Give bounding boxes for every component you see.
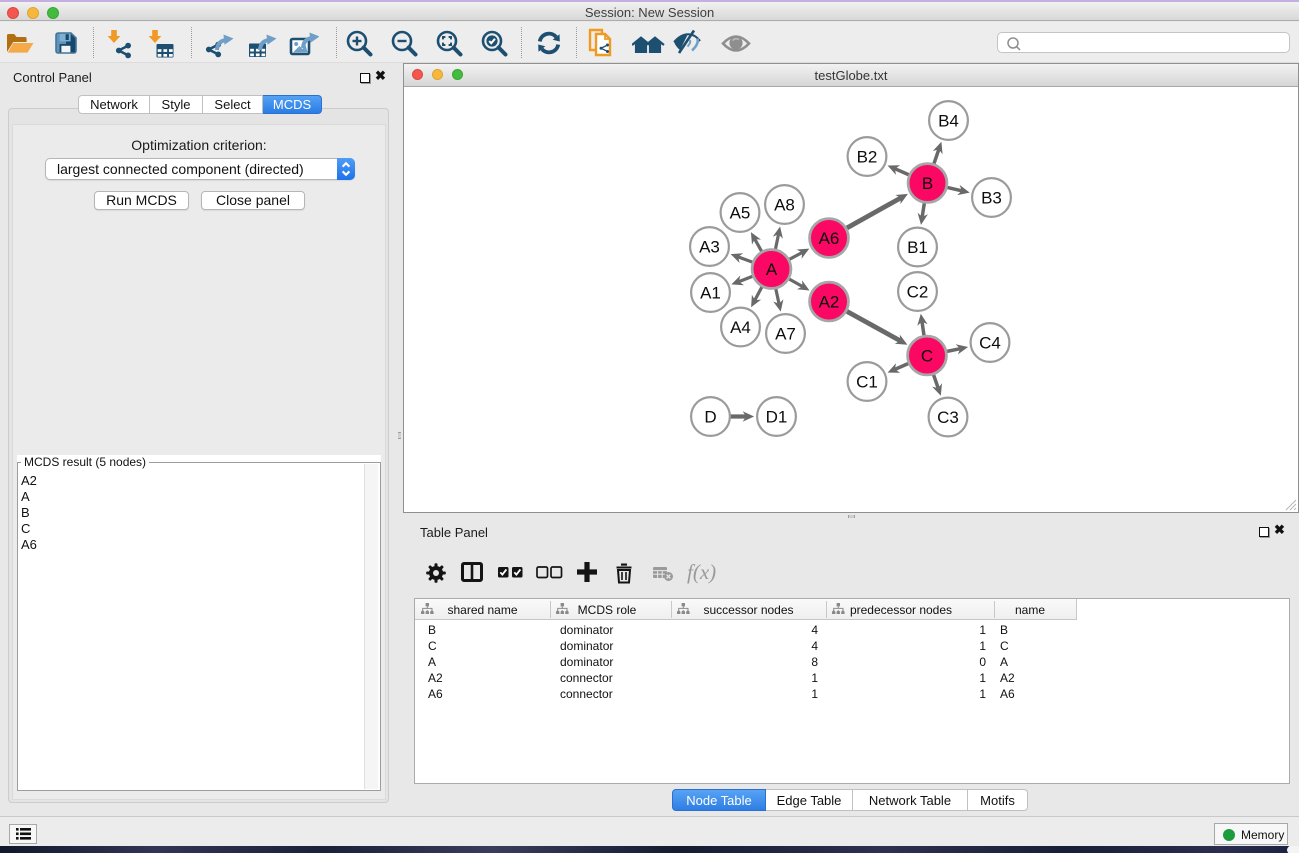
svg-text:A4: A4: [730, 318, 751, 337]
svg-text:A7: A7: [775, 325, 796, 344]
svg-text:B4: B4: [938, 112, 959, 131]
svg-text:C1: C1: [856, 373, 878, 392]
svg-text:D: D: [704, 408, 716, 427]
svg-text:A8: A8: [774, 196, 795, 215]
svg-text:A3: A3: [699, 238, 720, 257]
svg-text:C4: C4: [979, 334, 1001, 353]
svg-text:C2: C2: [907, 283, 929, 302]
svg-text:A5: A5: [730, 204, 751, 223]
svg-text:B3: B3: [981, 189, 1002, 208]
svg-text:B2: B2: [857, 148, 878, 167]
svg-text:D1: D1: [766, 408, 788, 427]
svg-text:C: C: [921, 347, 933, 366]
svg-text:A: A: [766, 260, 778, 279]
svg-text:B1: B1: [907, 238, 928, 257]
svg-text:B: B: [922, 174, 933, 193]
svg-text:A1: A1: [700, 284, 721, 303]
svg-text:A6: A6: [819, 229, 840, 248]
svg-text:A2: A2: [819, 293, 840, 312]
svg-text:C3: C3: [937, 408, 959, 427]
